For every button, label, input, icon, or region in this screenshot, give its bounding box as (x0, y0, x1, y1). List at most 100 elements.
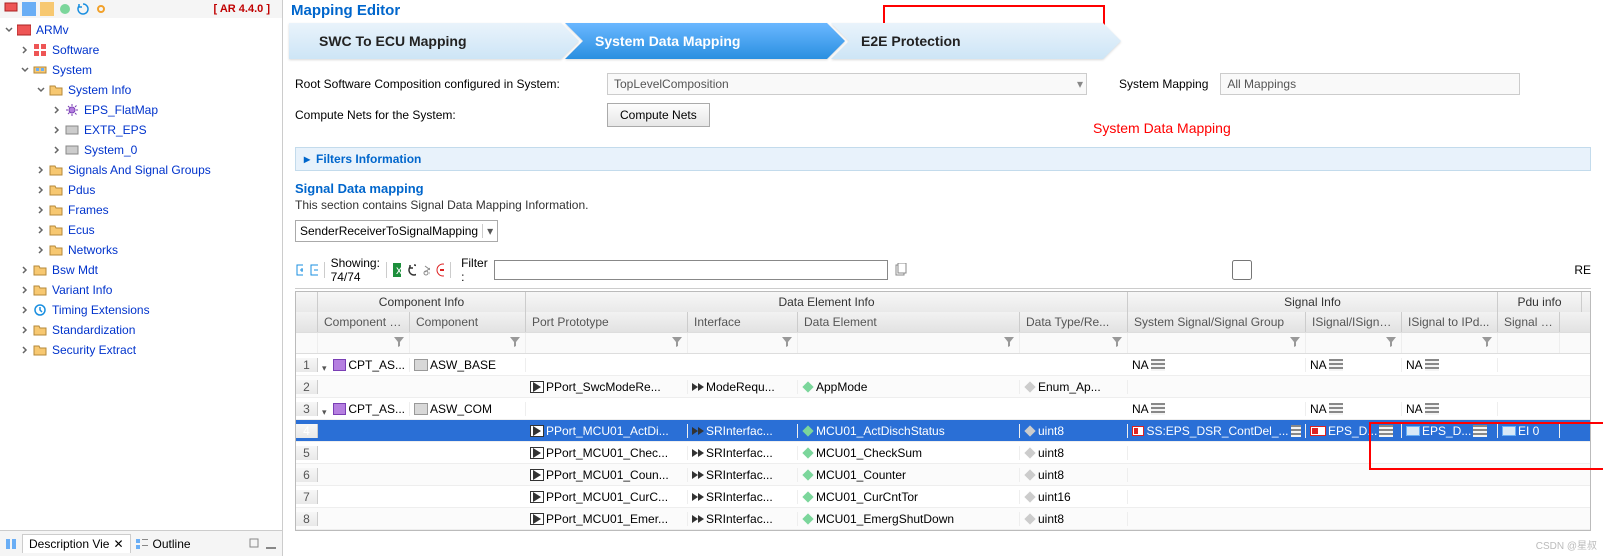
cell-data-element[interactable]: MCU01_CheckSum (798, 446, 1020, 460)
expand-icon[interactable] (50, 124, 64, 136)
cell-port[interactable]: PPort_SwcModeRe... (526, 380, 688, 394)
cell-menu-icon[interactable] (1151, 403, 1165, 415)
cell-menu-icon[interactable] (1425, 403, 1439, 415)
re-checkbox-input[interactable] (912, 260, 1572, 280)
cell-data-element[interactable]: MCU01_Counter (798, 468, 1020, 482)
filter-spdu[interactable] (1498, 333, 1560, 353)
cell-menu-icon[interactable] (1329, 403, 1343, 415)
cell-interface[interactable]: SRInterfac... (688, 512, 798, 526)
cell-datatype[interactable]: uint16 (1020, 490, 1128, 504)
table-row[interactable]: 7 PPort_MCU01_CurC... SRInterfac... MCU0… (296, 486, 1590, 508)
filter-dtype[interactable] (1020, 333, 1128, 353)
expand-icon[interactable] (34, 204, 48, 216)
cell-port[interactable]: PPort_MCU01_Emer... (526, 512, 688, 526)
util-icon-3[interactable] (58, 2, 72, 16)
system-mapping-select[interactable] (1220, 73, 1520, 95)
col-system-signal[interactable]: System Signal/Signal Group (1128, 312, 1306, 332)
cell-datatype[interactable]: uint8 (1020, 512, 1128, 526)
cell-interface[interactable]: SRInterfac... (688, 446, 798, 460)
cell-menu-icon[interactable] (1425, 359, 1439, 371)
col-data-element[interactable]: Data Element (798, 312, 1020, 332)
copy-icon[interactable] (894, 263, 908, 277)
tree-item[interactable]: Signals And Signal Groups (0, 160, 282, 180)
tree-item[interactable]: EXTR_EPS (0, 120, 282, 140)
cell-menu-icon[interactable] (1329, 359, 1343, 371)
cell-system-signal[interactable]: SS:EPS_DSR_ContDel_... (1128, 424, 1306, 438)
tree-item[interactable]: Bsw Mdt (0, 260, 282, 280)
table-row[interactable]: 1 CPT_AS... ASW_BASE NA NA NA (296, 354, 1590, 376)
expand-icon[interactable] (34, 164, 48, 176)
tree-item[interactable]: Frames (0, 200, 282, 220)
tree-root[interactable]: ARMv (0, 20, 282, 40)
tree-item[interactable]: Security Extract (0, 340, 282, 360)
cell-comppr[interactable]: CPT_AS... (318, 402, 410, 416)
restore-icon[interactable] (248, 537, 262, 551)
delete-icon[interactable] (436, 263, 444, 277)
filter-port[interactable] (526, 333, 688, 353)
cell-port[interactable]: PPort_MCU01_CurC... (526, 490, 688, 504)
col-isignal[interactable]: ISignal/ISignal... (1306, 312, 1402, 332)
table-row[interactable]: 2 PPort_SwcModeRe... ModeRequ... AppMode… (296, 376, 1590, 398)
cell-port[interactable]: PPort_MCU01_Chec... (526, 446, 688, 460)
tree-item[interactable]: System (0, 60, 282, 80)
expand-icon[interactable] (18, 344, 32, 356)
filters-section-header[interactable]: ▸ Filters Information (295, 147, 1591, 171)
tree-item[interactable]: Ecus (0, 220, 282, 240)
cut-icon[interactable] (422, 263, 430, 277)
tree-item[interactable]: Software (0, 40, 282, 60)
expand-icon[interactable] (18, 304, 32, 316)
close-icon[interactable]: ✕ (113, 537, 123, 551)
util-icon-1[interactable] (22, 2, 36, 16)
mapping-type-select[interactable]: SenderReceiverToSignalMapping ▾ (295, 220, 498, 242)
cell-datatype[interactable]: uint8 (1020, 468, 1128, 482)
expand-icon[interactable] (34, 244, 48, 256)
cell-data-element[interactable]: MCU01_ActDischStatus (798, 424, 1020, 438)
util-icon-2[interactable] (40, 2, 54, 16)
expand-icon[interactable] (18, 324, 32, 336)
cell-isignal[interactable]: NA (1306, 402, 1402, 416)
tab-description-view[interactable]: Description Vie ✕ (22, 534, 131, 553)
refresh-icon[interactable] (76, 2, 90, 16)
expand-all-icon[interactable] (295, 263, 303, 277)
filter-comp[interactable] (410, 333, 526, 353)
cell-isignal[interactable]: NA (1306, 358, 1402, 372)
expand-icon[interactable] (18, 64, 32, 76)
expand-icon[interactable] (50, 144, 64, 156)
table-row[interactable]: 3 CPT_AS... ASW_COM NA NA NA (296, 398, 1590, 420)
tree-item[interactable]: System Info (0, 80, 282, 100)
col-signal-ipdu[interactable]: Signal IPd (1498, 312, 1560, 332)
excel-export-icon[interactable]: x (393, 263, 401, 277)
cell-data-element[interactable]: AppMode (798, 380, 1020, 394)
cell-datatype[interactable]: uint8 (1020, 446, 1128, 460)
tree-item[interactable]: Standardization (0, 320, 282, 340)
filter-comppr[interactable] (318, 333, 410, 353)
col-component-pr[interactable]: Component Pr... (318, 312, 410, 332)
filter-if[interactable] (688, 333, 798, 353)
tree-item[interactable]: EPS_FlatMap (0, 100, 282, 120)
cell-datatype[interactable]: Enum_Ap... (1020, 380, 1128, 394)
cell-isignal-to-ipdu[interactable]: NA (1402, 358, 1498, 372)
col-isignal-to-ipdu[interactable]: ISignal to IPd... (1402, 312, 1498, 332)
cell-system-signal[interactable]: NA (1128, 402, 1306, 416)
filter-isig[interactable] (1306, 333, 1402, 353)
cell-port[interactable]: PPort_MCU01_Coun... (526, 468, 688, 482)
cell-menu-icon[interactable] (1379, 425, 1393, 437)
tree-item[interactable]: Variant Info (0, 280, 282, 300)
cell-data-element[interactable]: MCU01_EmergShutDown (798, 512, 1020, 526)
col-interface[interactable]: Interface (688, 312, 798, 332)
col-component[interactable]: Component (410, 312, 526, 332)
cell-data-element[interactable]: MCU01_CurCntTor (798, 490, 1020, 504)
tab-outline[interactable]: Outline (153, 537, 191, 551)
tree-item[interactable]: Timing Extensions (0, 300, 282, 320)
filter-ipdu[interactable] (1402, 333, 1498, 353)
col-port[interactable]: Port Prototype (526, 312, 688, 332)
table-row[interactable]: 4 PPort_MCU01_ActDi... SRInterfac... MCU… (296, 420, 1590, 442)
gear-icon[interactable] (94, 2, 108, 16)
cell-isignal-to-ipdu[interactable]: NA (1402, 402, 1498, 416)
refresh-icon[interactable] (407, 263, 415, 277)
cell-interface[interactable]: ModeRequ... (688, 380, 798, 394)
cell-comppr[interactable]: CPT_AS... (318, 358, 410, 372)
cell-isignal-to-ipdu[interactable]: EPS_D... (1402, 424, 1498, 438)
cell-component[interactable]: ASW_BASE (410, 358, 526, 372)
table-row[interactable]: 8 PPort_MCU01_Emer... SRInterfac... MCU0… (296, 508, 1590, 530)
